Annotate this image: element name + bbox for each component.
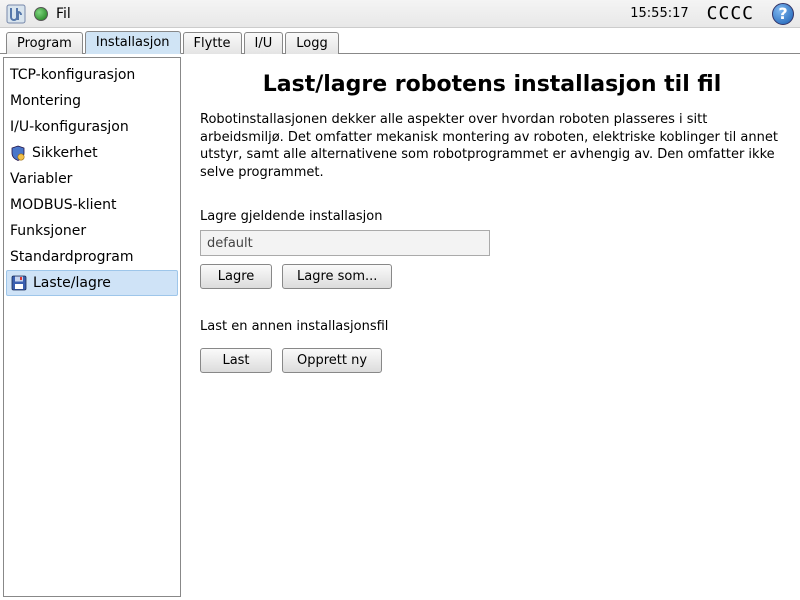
sidebar-item-montering[interactable]: Montering [4,88,180,114]
sidebar-item-label: Standardprogram [10,249,133,265]
sidebar-item-standardprogram[interactable]: Standardprogram [4,244,180,270]
sidebar: TCP-konfigurasjon Montering I/U-konfigur… [3,57,181,597]
top-bar: Fil 15:55:17 CCCC ? [0,0,800,28]
floppy-disk-icon [11,275,27,291]
tab-installasjon[interactable]: Installasjon [85,31,181,54]
save-button[interactable]: Lagre [200,264,272,289]
status-indicator: CCCC [707,3,754,24]
create-new-button[interactable]: Opprett ny [282,348,382,373]
tab-program[interactable]: Program [6,32,83,54]
sidebar-item-funksjoner[interactable]: Funksjoner [4,218,180,244]
save-as-button[interactable]: Lagre som... [282,264,392,289]
sidebar-item-label: Laste/lagre [33,275,111,291]
load-button[interactable]: Last [200,348,272,373]
ur-logo [6,4,26,24]
sidebar-item-tcp[interactable]: TCP-konfigurasjon [4,62,180,88]
sidebar-item-label: Sikkerhet [32,145,98,161]
sidebar-item-label: Variabler [10,171,72,187]
sidebar-item-modbus[interactable]: MODBUS-klient [4,192,180,218]
sidebar-item-label: Funksjoner [10,223,86,239]
sidebar-item-label: Montering [10,93,81,109]
installation-name-field[interactable]: default [200,230,490,256]
save-section-label: Lagre gjeldende installasjon [200,209,784,224]
page-description: Robotinstallasjonen dekker alle aspekter… [200,111,784,181]
main-tabs: Program Installasjon Flytte I/U Logg [0,28,800,54]
page-title: Last/lagre robotens installasjon til fil [200,72,784,97]
sidebar-item-label: TCP-konfigurasjon [10,67,135,83]
shield-icon [10,145,26,161]
status-dot-icon [34,7,48,21]
sidebar-item-sikkerhet[interactable]: Sikkerhet [4,140,180,166]
tab-logg[interactable]: Logg [285,32,338,54]
sidebar-item-variabler[interactable]: Variabler [4,166,180,192]
clock: 15:55:17 [630,6,688,21]
load-section-label: Last en annen installasjonsfil [200,319,784,334]
main-panel: Last/lagre robotens installasjon til fil… [184,54,800,600]
help-button[interactable]: ? [772,3,794,25]
sidebar-item-label: MODBUS-klient [10,197,117,213]
menu-file[interactable]: Fil [56,6,71,22]
tab-iu[interactable]: I/U [244,32,284,54]
sidebar-item-laste-lagre[interactable]: Laste/lagre [6,270,178,296]
sidebar-item-label: I/U-konfigurasjon [10,119,129,135]
workspace: TCP-konfigurasjon Montering I/U-konfigur… [0,54,800,600]
sidebar-item-iu-config[interactable]: I/U-konfigurasjon [4,114,180,140]
tab-flytte[interactable]: Flytte [183,32,242,54]
